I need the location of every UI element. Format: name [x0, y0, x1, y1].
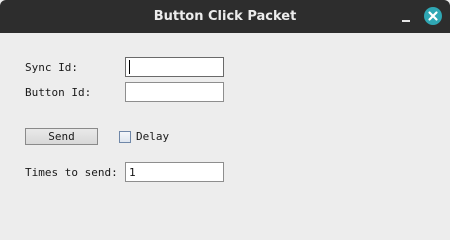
dialog-window: Button Click Packet Sync Id: Button Id: …: [0, 0, 450, 200]
button-id-input[interactable]: [125, 82, 224, 102]
delay-checkbox[interactable]: [119, 131, 131, 143]
window-title: Button Click Packet: [153, 9, 297, 24]
sync-id-label: Sync Id:: [25, 61, 78, 74]
sync-id-input[interactable]: [125, 57, 224, 77]
title-bar[interactable]: Button Click Packet: [0, 0, 450, 33]
text-caret: [129, 60, 130, 74]
delay-label[interactable]: Delay: [136, 130, 169, 144]
send-button[interactable]: Send: [25, 128, 98, 145]
minimize-icon[interactable]: [397, 8, 415, 26]
times-to-send-input[interactable]: [125, 162, 224, 182]
button-id-label: Button Id:: [25, 86, 92, 99]
times-to-send-label: Times to send:: [25, 166, 118, 179]
close-icon[interactable]: [424, 7, 442, 25]
